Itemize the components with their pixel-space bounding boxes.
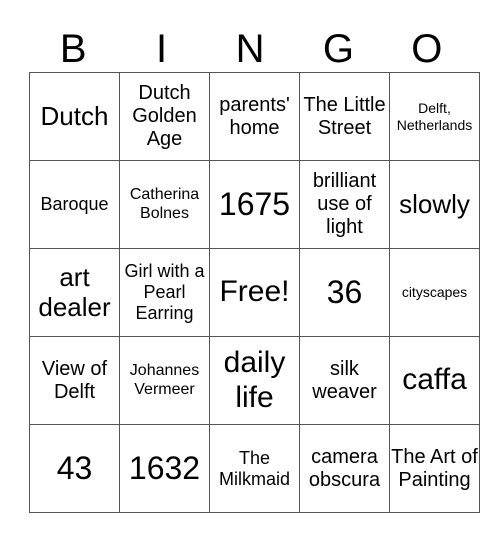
bingo-cell[interactable]: The Little Street <box>299 72 390 161</box>
bingo-cell[interactable]: brilliant use of light <box>299 160 390 249</box>
bingo-cell[interactable]: daily life <box>209 336 300 425</box>
bingo-cell[interactable]: Dutch Golden Age <box>119 72 210 161</box>
card-row: Baroque Catherina Bolnes 1675 brilliant … <box>29 160 480 249</box>
card-row: 43 1632 The Milkmaid camera obscura The … <box>29 424 480 513</box>
card-row: Dutch Dutch Golden Age parents' home The… <box>29 72 480 161</box>
bingo-cell[interactable]: 36 <box>299 248 390 337</box>
bingo-cell[interactable]: Baroque <box>29 160 120 249</box>
free-cell[interactable]: Free! <box>209 248 300 337</box>
bingo-cell[interactable]: slowly <box>389 160 480 249</box>
bingo-cell[interactable]: View of Delft <box>29 336 120 425</box>
bingo-cell[interactable]: art dealer <box>29 248 120 337</box>
header-letter-g: G <box>322 27 354 71</box>
bingo-cell[interactable]: 1675 <box>209 160 300 249</box>
bingo-cell[interactable]: Delft, Netherlands <box>389 72 480 161</box>
bingo-cell[interactable]: The Art of Painting <box>389 424 480 513</box>
card-row: View of Delft Johannes Vermeer daily lif… <box>29 336 480 425</box>
bingo-cell[interactable]: 43 <box>29 424 120 513</box>
bingo-cell[interactable]: parents' home <box>209 72 300 161</box>
bingo-cell[interactable]: Catherina Bolnes <box>119 160 210 249</box>
header-letter-i: I <box>156 27 168 71</box>
bingo-cell[interactable]: Johannes Vermeer <box>119 336 210 425</box>
header-letter-n: N <box>235 27 265 71</box>
bingo-card: Dutch Dutch Golden Age parents' home The… <box>29 72 480 513</box>
bingo-cell[interactable]: cityscapes <box>389 248 480 337</box>
card-row: art dealer Girl with a Pearl Earring Fre… <box>29 248 480 337</box>
bingo-header: B I N G O <box>29 26 471 72</box>
bingo-cell[interactable]: silk weaver <box>299 336 390 425</box>
bingo-cell[interactable]: camera obscura <box>299 424 390 513</box>
bingo-cell[interactable]: caffa <box>389 336 480 425</box>
bingo-cell[interactable]: The Milkmaid <box>209 424 300 513</box>
bingo-cell[interactable]: 1632 <box>119 424 210 513</box>
bingo-cell[interactable]: Girl with a Pearl Earring <box>119 248 210 337</box>
header-letter-o: O <box>411 27 443 71</box>
header-letter-b: B <box>59 27 87 71</box>
bingo-cell[interactable]: Dutch <box>29 72 120 161</box>
